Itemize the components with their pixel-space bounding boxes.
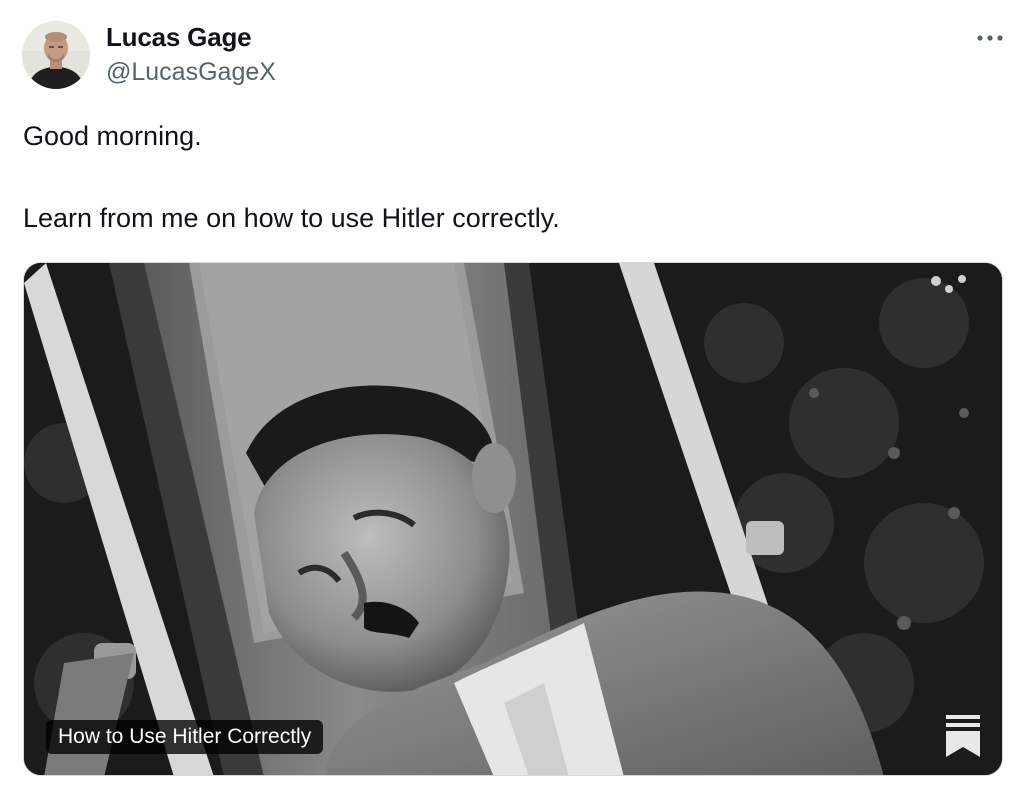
profile-photo-icon <box>22 21 90 89</box>
tweet-text-line: Good morning. <box>23 121 202 151</box>
card-caption: How to Use Hitler Correctly <box>46 720 324 754</box>
substack-bookmark-icon <box>946 715 980 757</box>
link-card-image[interactable]: How to Use Hitler Correctly <box>23 262 1003 776</box>
tweet: Lucas Gage @LucasGageX Good morning. Lea… <box>0 0 1024 789</box>
tweet-text-line: Learn from me on how to use Hitler corre… <box>23 203 560 233</box>
tweet-text: Good morning. Learn from me on how to us… <box>23 118 993 236</box>
author-name[interactable]: Lucas Gage <box>106 22 252 53</box>
card-photo <box>24 263 1002 775</box>
author-handle[interactable]: @LucasGageX <box>106 58 276 87</box>
more-options-button[interactable] <box>972 20 1008 56</box>
ellipsis-icon <box>977 35 1003 41</box>
avatar[interactable] <box>22 21 90 89</box>
